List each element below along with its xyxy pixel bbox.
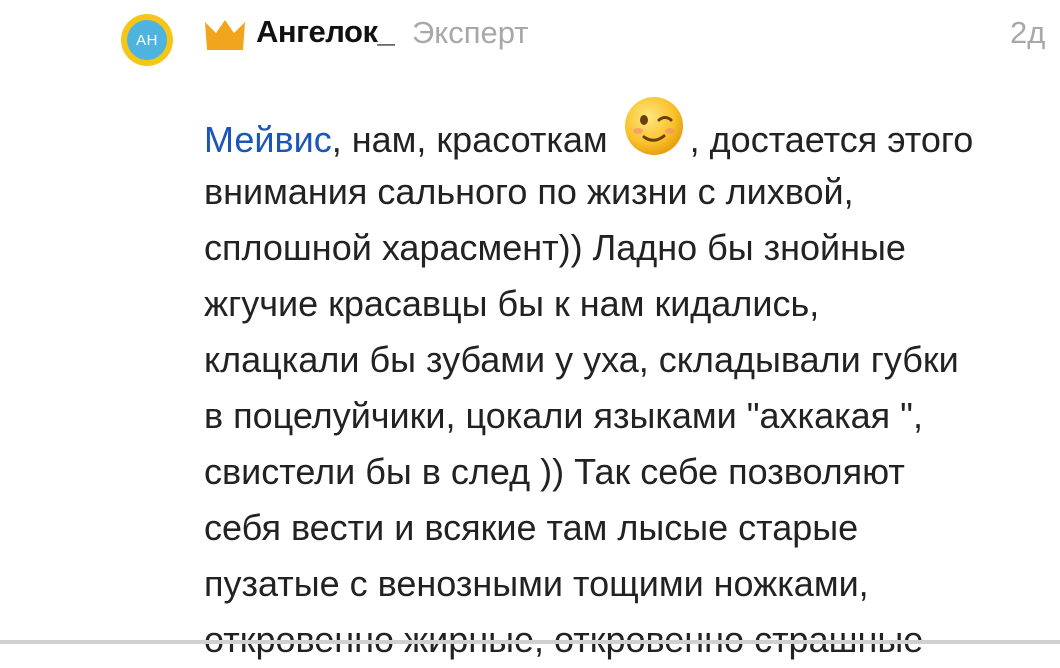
author-rank: Эксперт [412, 15, 529, 50]
comment-line: пузатые с венозными тощими ножками, [204, 563, 869, 604]
bottom-divider [0, 640, 1060, 644]
comment-text-segment: , нам, красоткам [331, 119, 618, 160]
crown-icon [205, 20, 245, 50]
avatar[interactable]: AH [121, 14, 173, 66]
mention-link[interactable]: Мейвис [204, 119, 332, 160]
comment-text: Мейвис, нам, красоткам , достается этого… [204, 97, 1060, 668]
comment-timestamp: 2д [1010, 15, 1046, 50]
comment-line: клацкали бы зубами у уха, складывали губ… [204, 339, 959, 380]
comment-line: свистели бы в след )) Так себе позволяют [204, 451, 905, 492]
avatar-initials: AH [127, 20, 167, 60]
comment-line: сплошной харасмент)) Ладно бы знойные [204, 227, 906, 268]
comment-line: в поцелуйчики, цокали языками "ахкакая "… [204, 395, 923, 436]
comment-text-segment: , достается этого [689, 119, 974, 160]
wink-emoji-icon [624, 97, 683, 155]
comment-line: Мейвис, нам, красоткам , достается этого [204, 97, 1060, 164]
comment-line: себя вести и всякие там лысые старые [204, 507, 859, 548]
author-name[interactable]: Ангелок_ [256, 14, 395, 50]
comment-line: жгучие красавцы бы к нам кидались, [204, 283, 820, 324]
comment-header: AH Ангелок_ Эксперт 2д [0, 0, 1060, 80]
comment-line: внимания сального по жизни с лихвой, [204, 171, 854, 212]
